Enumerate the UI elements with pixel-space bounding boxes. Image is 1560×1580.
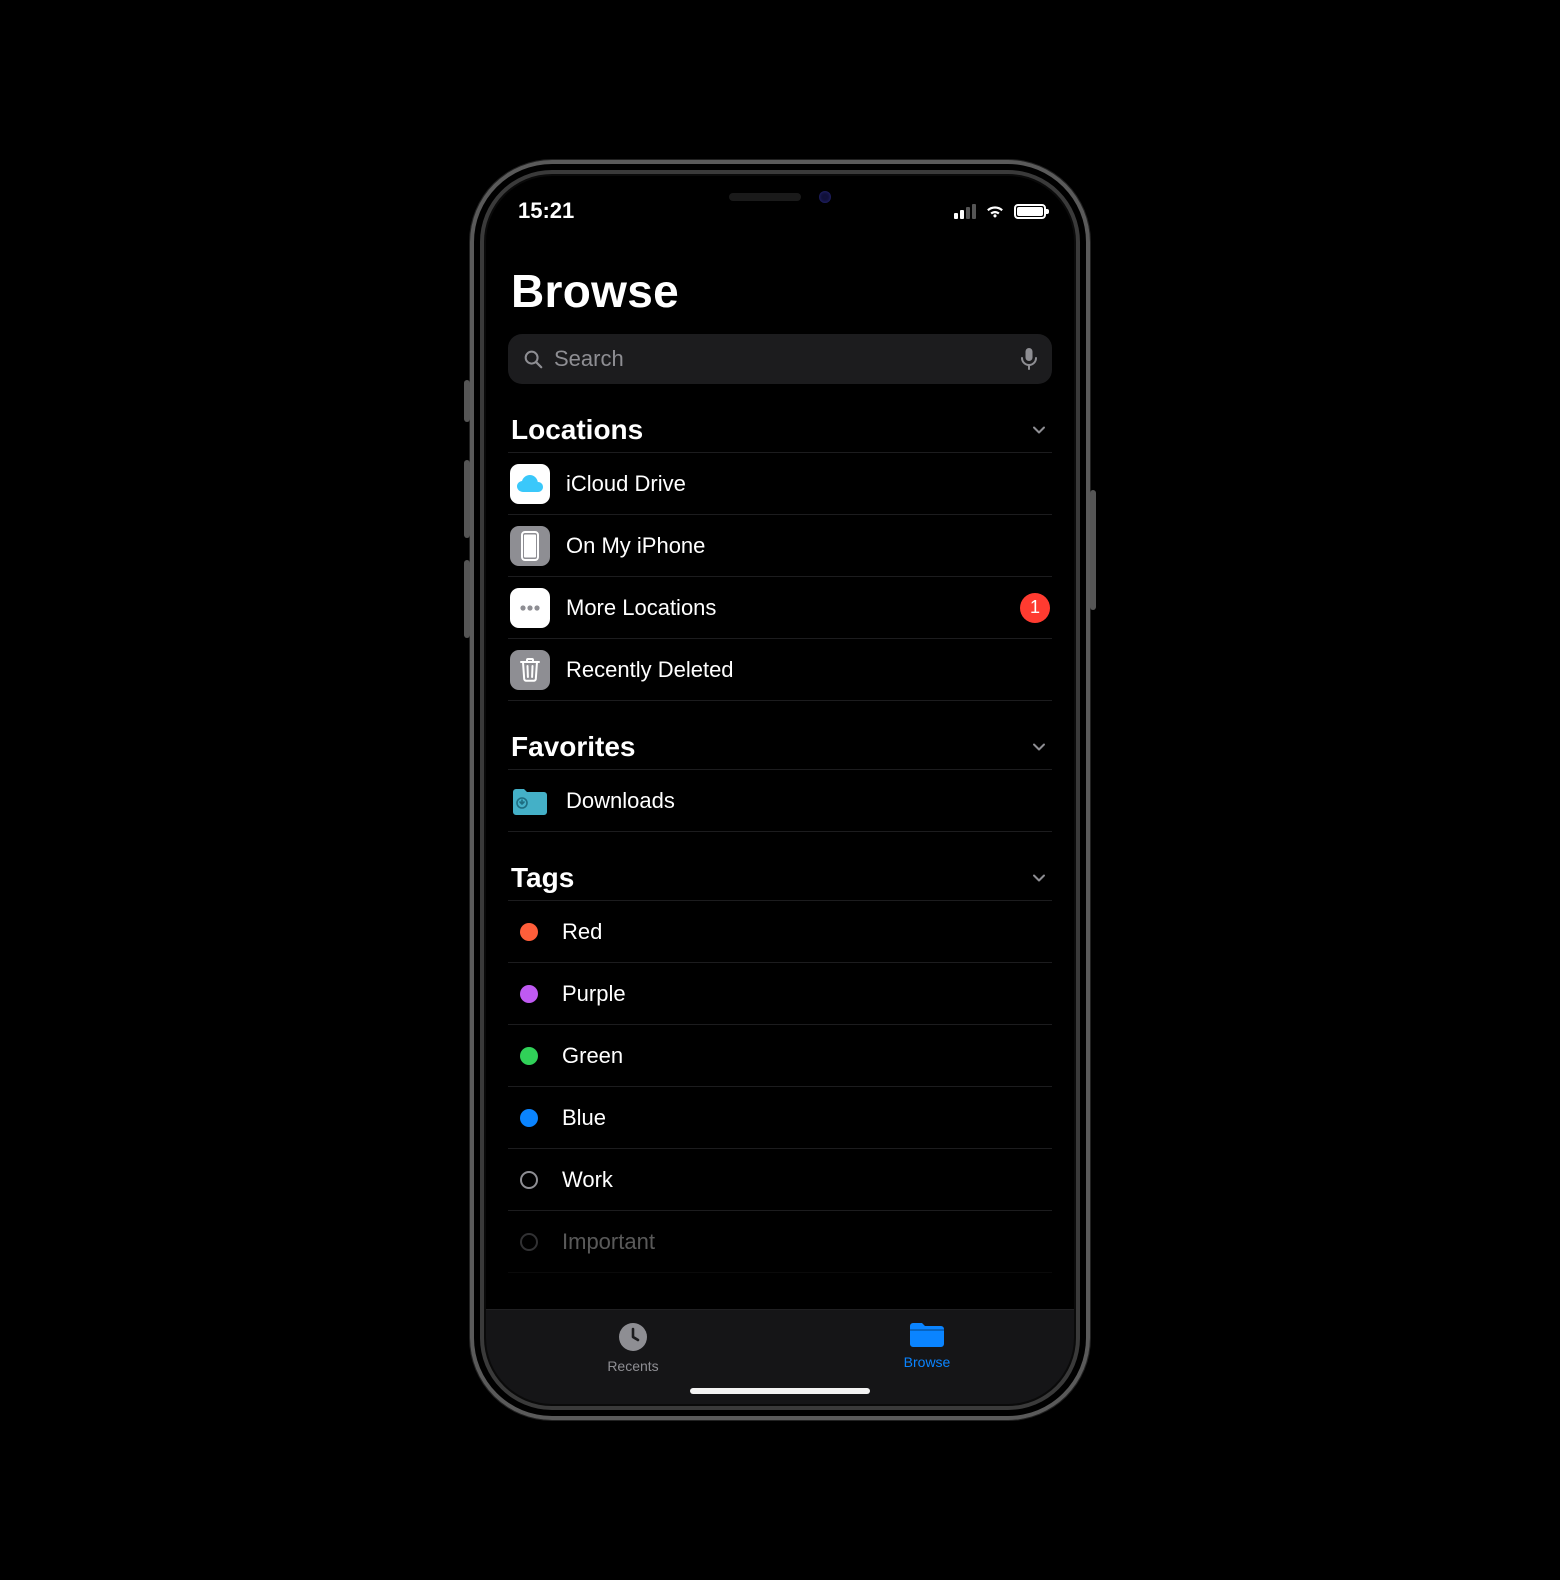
chevron-down-icon <box>1029 737 1049 757</box>
section-title: Favorites <box>511 731 636 763</box>
battery-icon <box>1014 204 1046 219</box>
volume-down-button <box>464 560 470 638</box>
search-icon <box>522 348 544 370</box>
location-on-my-iphone[interactable]: On My iPhone <box>508 515 1052 577</box>
section-header-favorites[interactable]: Favorites <box>508 731 1052 769</box>
row-label: Purple <box>562 981 1052 1007</box>
favorite-downloads[interactable]: Downloads <box>508 770 1052 832</box>
location-more-locations[interactable]: More Locations 1 <box>508 577 1052 639</box>
stage: 15:21 Browse <box>0 0 1560 1580</box>
location-icloud-drive[interactable]: iCloud Drive <box>508 453 1052 515</box>
row-label: Blue <box>562 1105 1052 1131</box>
tag-color-dot <box>520 1233 538 1251</box>
tag-blue[interactable]: Blue <box>508 1087 1052 1149</box>
chevron-down-icon <box>1029 420 1049 440</box>
iphone-icon <box>510 526 550 566</box>
home-indicator[interactable] <box>690 1388 870 1394</box>
front-camera <box>819 191 831 203</box>
clock-icon <box>616 1320 650 1354</box>
tag-purple[interactable]: Purple <box>508 963 1052 1025</box>
tag-work[interactable]: Work <box>508 1149 1052 1211</box>
tab-label: Recents <box>607 1358 658 1374</box>
notification-badge: 1 <box>1020 593 1050 623</box>
content[interactable]: Browse <box>486 236 1074 1309</box>
microphone-icon[interactable] <box>1020 347 1038 371</box>
row-label: Important <box>562 1229 1052 1255</box>
section-locations: Locations iCloud Drive <box>508 414 1052 701</box>
row-label: Green <box>562 1043 1052 1069</box>
row-label: On My iPhone <box>566 533 1052 559</box>
icloud-icon <box>510 464 550 504</box>
section-title: Locations <box>511 414 643 446</box>
tag-color-dot <box>520 923 538 941</box>
search-bar[interactable] <box>508 334 1052 384</box>
volume-up-button <box>464 460 470 538</box>
row-label: Red <box>562 919 1052 945</box>
tab-browse[interactable]: Browse <box>837 1320 1017 1370</box>
screen: 15:21 Browse <box>486 176 1074 1404</box>
row-label: Downloads <box>566 788 1052 814</box>
speaker-grill <box>729 193 801 201</box>
downloads-folder-icon <box>510 781 550 821</box>
tag-color-dot <box>520 1047 538 1065</box>
section-header-tags[interactable]: Tags <box>508 862 1052 900</box>
notch <box>645 176 915 218</box>
ellipsis-icon <box>510 588 550 628</box>
tag-color-dot <box>520 1171 538 1189</box>
section-tags: Tags Red Purple <box>508 862 1052 1273</box>
status-time: 15:21 <box>518 198 574 224</box>
search-input[interactable] <box>554 346 1010 372</box>
section-title: Tags <box>511 862 574 894</box>
tags-list: Red Purple Green Blue <box>508 900 1052 1273</box>
side-button <box>1090 490 1096 610</box>
row-label: More Locations <box>566 595 1004 621</box>
chevron-down-icon <box>1029 868 1049 888</box>
row-label: Work <box>562 1167 1052 1193</box>
favorites-list: Downloads <box>508 769 1052 832</box>
mute-switch <box>464 380 470 422</box>
page-title: Browse <box>508 236 1052 334</box>
tab-bar: Recents Browse <box>486 1309 1074 1404</box>
trash-icon <box>510 650 550 690</box>
row-label: Recently Deleted <box>566 657 1052 683</box>
tag-red[interactable]: Red <box>508 901 1052 963</box>
cellular-signal-icon <box>954 203 976 219</box>
status-indicators <box>954 203 1046 219</box>
tab-recents[interactable]: Recents <box>543 1320 723 1374</box>
folder-icon <box>908 1320 946 1350</box>
location-recently-deleted[interactable]: Recently Deleted <box>508 639 1052 701</box>
section-header-locations[interactable]: Locations <box>508 414 1052 452</box>
row-label: iCloud Drive <box>566 471 1052 497</box>
phone-frame: 15:21 Browse <box>470 160 1090 1420</box>
tag-color-dot <box>520 985 538 1003</box>
tag-green[interactable]: Green <box>508 1025 1052 1087</box>
locations-list: iCloud Drive On My iPhone <box>508 452 1052 701</box>
tag-important[interactable]: Important <box>508 1211 1052 1273</box>
tag-color-dot <box>520 1109 538 1127</box>
wifi-icon <box>984 203 1006 219</box>
section-favorites: Favorites <box>508 731 1052 832</box>
tab-label: Browse <box>904 1354 951 1370</box>
